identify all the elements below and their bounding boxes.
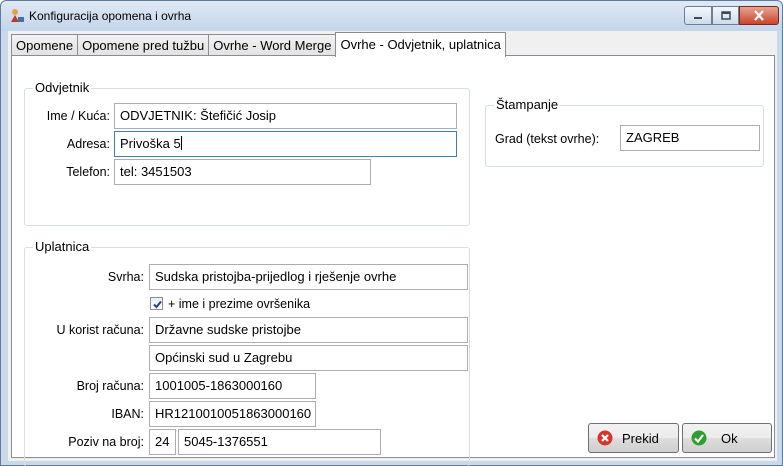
ime-input[interactable]: ODVJETNIK: Štefičić Josip — [114, 103, 457, 129]
tab-opomene-pred-tuzbu[interactable]: Opomene pred tužbu — [77, 34, 210, 57]
prekid-label: Prekid — [622, 430, 659, 446]
app-window: Konfiguracija opomena i ovrha Opomene Op… — [0, 0, 783, 466]
maximize-button[interactable] — [712, 6, 739, 25]
uplatnica-group: Uplatnica Svrha: Sudska pristojba-prijed… — [24, 239, 470, 466]
telefon-input[interactable]: tel: 3451503 — [114, 159, 371, 185]
poziv-broj-input[interactable]: 5045-1376551 — [178, 429, 381, 455]
odvjetnik-group: Odvjetnik Ime / Kuća: ODVJETNIK: Štefiči… — [24, 80, 470, 226]
tab-ovrhe-odvjetnik-uplatnica[interactable]: Ovrhe - Odvjetnik, uplatnica — [335, 32, 506, 57]
cancel-icon — [597, 430, 613, 446]
stampanje-legend: Štampanje — [494, 97, 561, 112]
telefon-label: Telefon: — [66, 165, 110, 179]
tab-panel: Odvjetnik Ime / Kuća: ODVJETNIK: Štefiči… — [11, 55, 775, 466]
tab-strip: Opomene Opomene pred tužbu Ovrhe - Word … — [11, 32, 506, 57]
close-button[interactable] — [739, 6, 779, 25]
adresa-input[interactable]: Privoška 5 — [114, 131, 457, 157]
minimize-button[interactable] — [684, 6, 712, 25]
iban-input[interactable]: HR1210010051863000160 — [149, 401, 316, 427]
window-title: Konfiguracija opomena i ovrha — [29, 9, 192, 23]
korist-input-1[interactable]: Državne sudske pristojbe — [149, 317, 468, 343]
korist-input-2[interactable]: Općinski sud u Zagrebu — [149, 345, 468, 371]
odvjetnik-legend: Odvjetnik — [33, 80, 92, 95]
text-caret — [180, 136, 182, 150]
checkmark-ok-icon — [691, 430, 707, 446]
svrha-label: Svrha: — [107, 270, 144, 284]
ok-button[interactable]: Ok — [682, 423, 772, 453]
prekid-button[interactable]: Prekid — [588, 423, 679, 453]
tab-opomene[interactable]: Opomene — [11, 34, 79, 57]
uplatnica-legend: Uplatnica — [33, 239, 92, 254]
ime-label: Ime / Kuća: — [46, 109, 110, 123]
poziv-model-input[interactable]: 24 — [149, 429, 176, 455]
minimize-icon — [694, 16, 702, 19]
adresa-value: Privoška 5 — [120, 136, 181, 151]
close-icon — [754, 10, 764, 21]
ime-prezime-checkbox-label[interactable]: + ime i prezime ovršenika — [168, 297, 310, 311]
adresa-label: Adresa: — [66, 137, 110, 151]
ok-label: Ok — [721, 430, 738, 446]
tab-ovrhe-word-merge[interactable]: Ovrhe - Word Merge — [208, 34, 337, 57]
korist-label: U korist računa: — [56, 323, 144, 337]
stampanje-group: Štampanje Grad (tekst ovrhe): ZAGREB — [485, 97, 764, 167]
checkmark-icon — [153, 300, 162, 309]
broj-racuna-input[interactable]: 1001005-1863000160 — [149, 373, 316, 399]
ime-prezime-checkbox[interactable] — [150, 297, 163, 310]
poziv-label: Poziv na broj: — [68, 435, 144, 449]
title-bar[interactable]: Konfiguracija opomena i ovrha — [1, 1, 782, 31]
iban-label: IBAN: — [111, 407, 144, 421]
grad-label: Grad (tekst ovrhe): — [495, 132, 600, 146]
broj-racuna-label: Broj računa: — [76, 379, 144, 393]
grad-input[interactable]: ZAGREB — [620, 125, 760, 151]
maximize-icon — [720, 11, 731, 20]
svrha-input[interactable]: Sudska pristojba-prijedlog i rješenje ov… — [149, 264, 468, 290]
app-icon — [11, 9, 24, 22]
dialog-client-area: Opomene Opomene pred tužbu Ovrhe - Word … — [8, 31, 777, 466]
